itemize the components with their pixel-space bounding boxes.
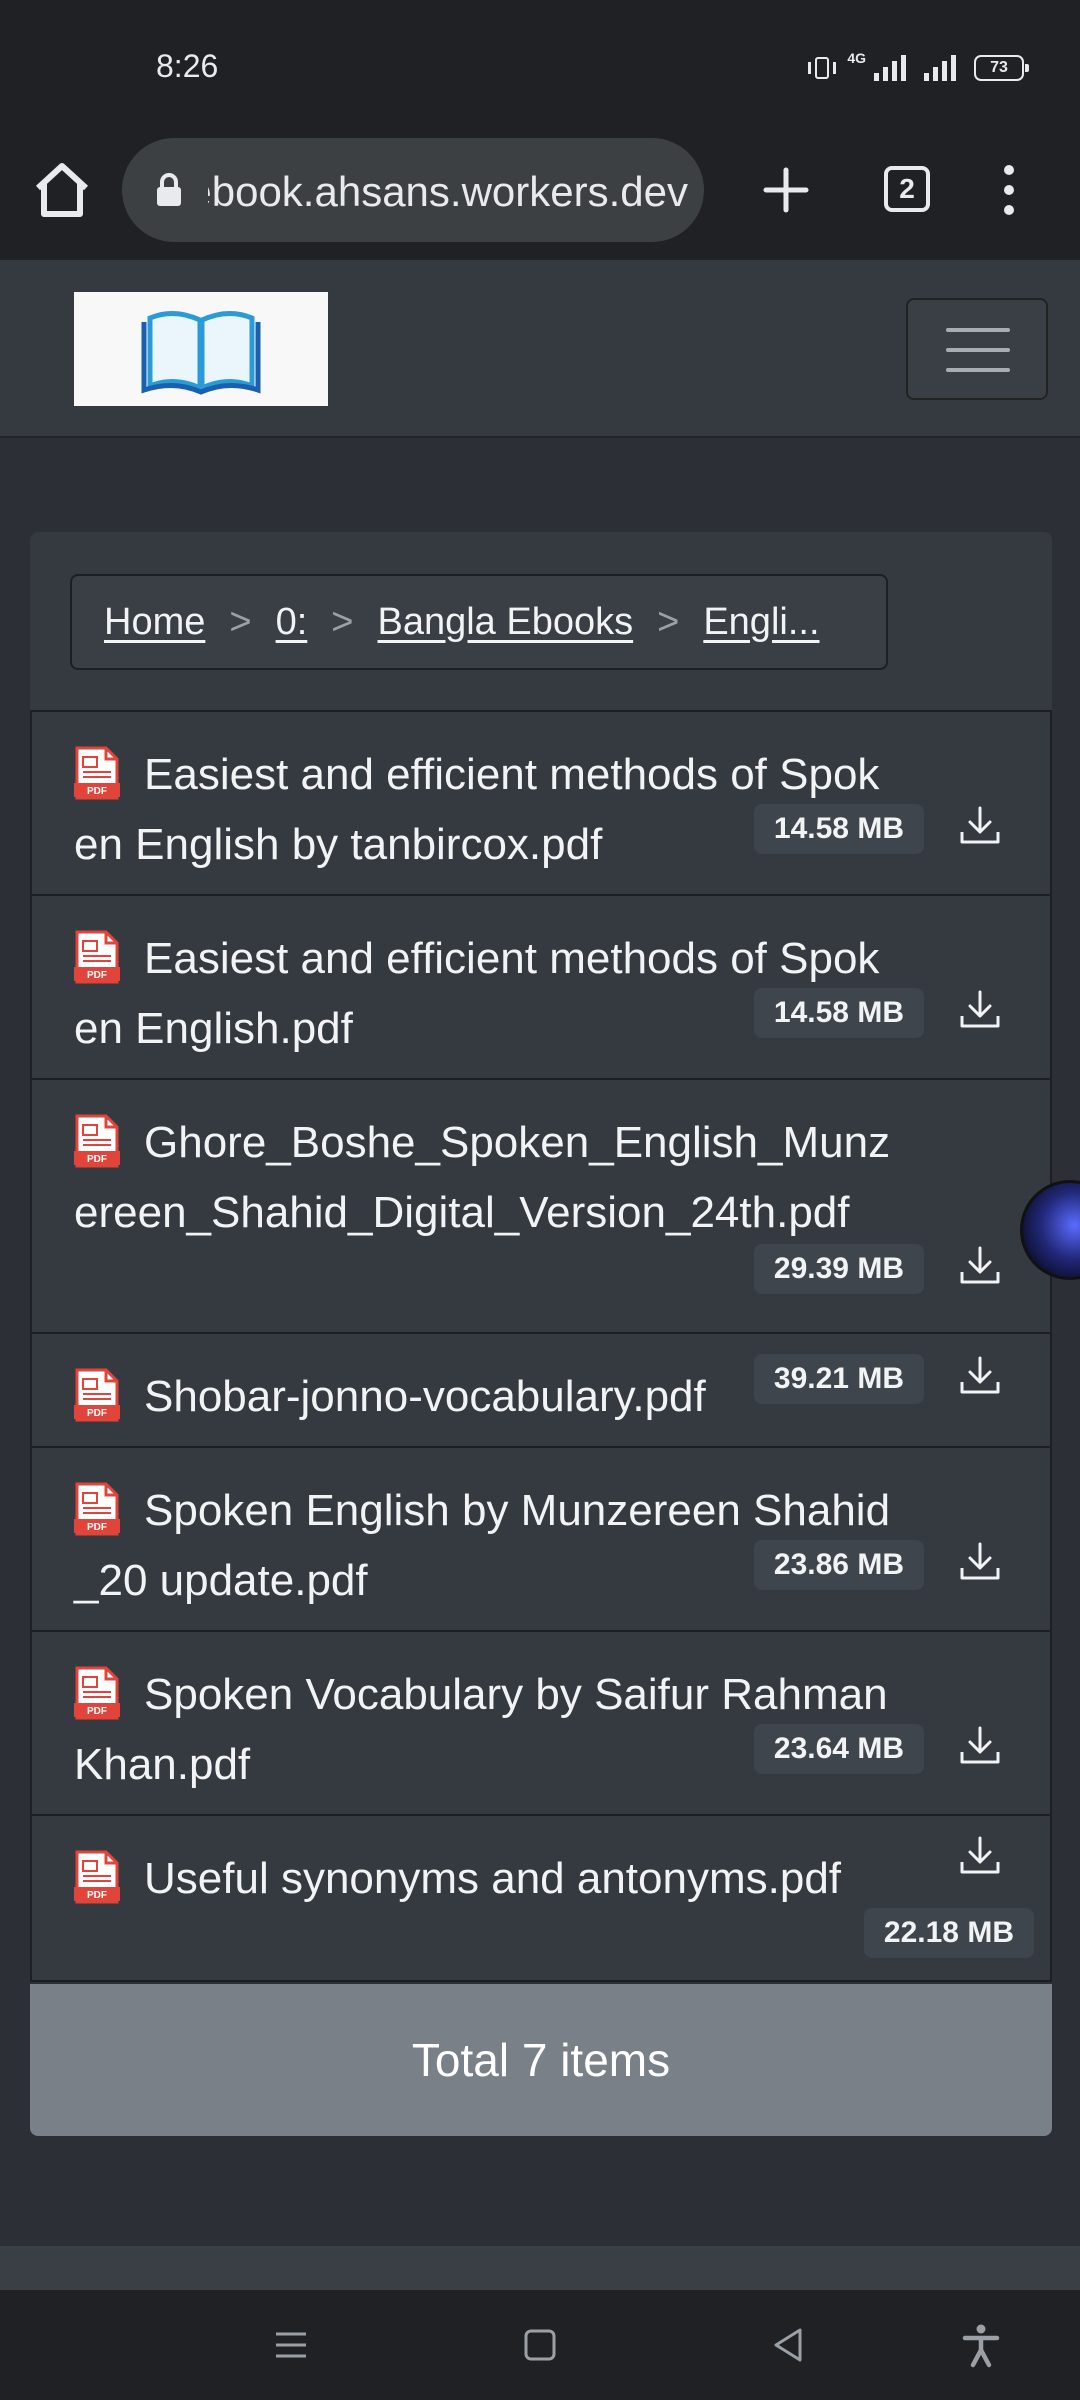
breadcrumb-separator: > [331,600,354,643]
file-browser-card: Home > 0: > Bangla Ebooks > Engli... Eas… [30,532,1052,2136]
battery-icon: 73 [974,55,1029,81]
file-row[interactable]: Shobar-jonno-vocabulary.pdf 39.21 MB [32,1334,1050,1448]
file-size-badge: 14.58 MB [753,804,924,854]
breadcrumb-drive[interactable]: 0: [276,601,308,644]
card-header: Home > 0: > Bangla Ebooks > Engli... [30,532,1052,710]
navbar-toggle-button[interactable] [906,298,1048,400]
browser-toolbar: ebook.ahsans.workers.dev 2 [0,130,1080,258]
status-time: 8:26 [156,48,219,84]
file-link[interactable]: Useful synonyms and antonyms.pdf [74,1844,900,1914]
file-row[interactable]: Easiest and efficient methods of Spoken … [32,712,1050,896]
file-list: Easiest and efficient methods of Spoken … [30,710,1052,1982]
file-name[interactable]: Shobar-jonno-vocabulary.pdf [144,1372,706,1421]
pdf-file-icon [74,1481,120,1537]
network-type-label: 4G [847,50,866,66]
status-bar: 8:26 4G 73 [0,0,1080,130]
download-icon[interactable] [958,988,1002,1032]
pdf-file-icon [74,745,120,801]
breadcrumb: Home > 0: > Bangla Ebooks > Engli... [70,574,888,670]
download-icon[interactable] [958,1724,1002,1768]
more-vert-icon[interactable] [994,160,1024,220]
file-name[interactable]: Useful synonyms and antonyms.pdf [144,1854,841,1903]
file-size-badge: 23.86 MB [753,1540,924,1590]
accessibility-icon[interactable] [956,2320,1006,2370]
file-name[interactable]: Ghore_Boshe_Spoken_English_Munzereen_Sha… [74,1118,890,1237]
file-size-badge: 29.39 MB [753,1244,924,1294]
download-icon[interactable] [958,1244,1002,1288]
file-row[interactable]: Useful synonyms and antonyms.pdf 22.18 M… [32,1816,1050,1980]
vibrate-icon [808,57,837,79]
signal-icon [874,55,906,81]
pdf-file-icon [74,1367,120,1423]
page-footer-strip [0,2246,1080,2290]
file-size-badge: 23.64 MB [753,1724,924,1774]
back-icon[interactable] [764,2320,814,2370]
lock-icon [157,173,181,206]
file-row[interactable]: Ghore_Boshe_Spoken_English_Munzereen_Sha… [32,1080,1050,1334]
file-size-badge: 14.58 MB [753,988,924,1038]
breadcrumb-separator: > [229,600,252,643]
url-text[interactable]: ebook.ahsans.workers.dev [208,168,688,216]
file-size-badge: 39.21 MB [753,1354,924,1404]
recent-apps-icon[interactable] [266,2320,316,2370]
download-icon[interactable] [958,804,1002,848]
signal-icon-2 [924,55,956,81]
pdf-file-icon [74,1849,120,1905]
status-icons: 4G 73 [808,50,1029,86]
home-icon[interactable] [30,158,94,222]
system-navigation-bar [0,2290,1080,2400]
file-size-badge: 22.18 MB [863,1908,1034,1958]
home-nav-icon[interactable] [515,2320,565,2370]
download-icon[interactable] [958,1540,1002,1584]
open-book-icon [141,311,261,395]
pdf-file-icon [74,1113,120,1169]
breadcrumb-separator: > [657,600,680,643]
download-icon[interactable] [958,1834,1002,1878]
pdf-file-icon [74,1665,120,1721]
breadcrumb-folder[interactable]: Bangla Ebooks [377,601,633,644]
tab-switcher-button[interactable]: 2 [884,166,930,212]
plus-icon[interactable] [756,160,816,220]
file-row[interactable]: Spoken English by Munzereen Shahid_20 up… [32,1448,1050,1632]
site-navbar [0,258,1080,438]
breadcrumb-current[interactable]: Engli... [703,601,819,644]
file-row[interactable]: Easiest and efficient methods of Spoken … [32,896,1050,1080]
file-row[interactable]: Spoken Vocabulary by Saifur Rahman Khan.… [32,1632,1050,1816]
address-bar[interactable]: ebook.ahsans.workers.dev [122,138,704,242]
file-link[interactable]: Ghore_Boshe_Spoken_English_Munzereen_Sha… [74,1108,900,1248]
site-logo[interactable] [74,292,328,406]
pdf-file-icon [74,929,120,985]
download-icon[interactable] [958,1354,1002,1398]
breadcrumb-home[interactable]: Home [104,601,205,644]
total-items-footer: Total 7 items [30,1984,1052,2136]
